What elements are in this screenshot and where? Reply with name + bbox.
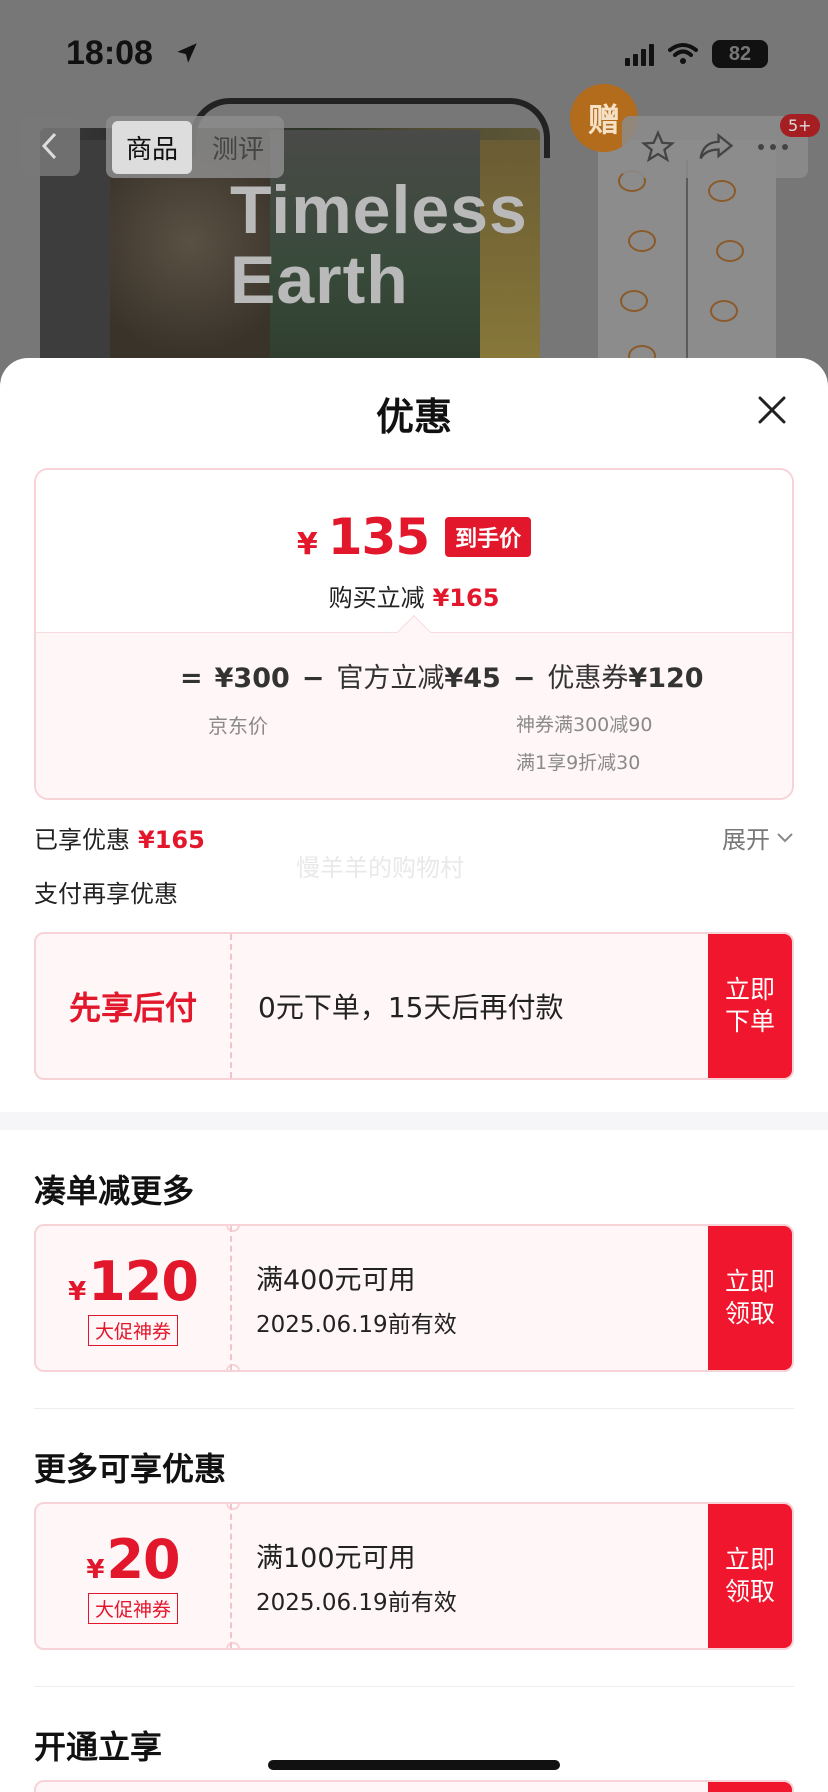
final-price-area: ¥ 135 到手价 购买立减 ¥165 bbox=[36, 470, 792, 632]
order-now-button[interactable]: 立即 下单 bbox=[708, 934, 792, 1078]
sheet-title: 优惠 bbox=[375, 395, 452, 439]
benefit-button-partial[interactable] bbox=[708, 1782, 792, 1792]
status-indicators: 82 bbox=[625, 40, 768, 68]
battery-icon: 82 bbox=[712, 40, 768, 68]
coupon-validity: 2025.06.19前有效 bbox=[256, 1589, 457, 1616]
coupon-amount: 120 bbox=[88, 1250, 199, 1313]
final-price-row: ¥ 135 到手价 bbox=[36, 508, 792, 566]
cell-signal-icon bbox=[625, 42, 654, 66]
section-title-more-offers: 更多可享优惠 bbox=[34, 1450, 227, 1488]
bnpl-left: 先享后付 bbox=[36, 934, 232, 1078]
coupon-condition: 满400元可用 bbox=[256, 1264, 416, 1296]
back-button[interactable] bbox=[20, 116, 80, 176]
star-icon[interactable] bbox=[641, 130, 676, 164]
bnpl-desc: 0元下单，15天后再付款 bbox=[258, 991, 564, 1024]
coupon-type-tag: 大促神券 bbox=[87, 1593, 178, 1624]
watermark: 慢羊羊的购物村 bbox=[296, 854, 464, 882]
bnpl-card: 先享后付 0元下单，15天后再付款 立即 下单 bbox=[34, 932, 794, 1080]
status-time: 18:08 bbox=[66, 34, 153, 72]
wifi-icon bbox=[668, 43, 698, 64]
chevron-down-icon bbox=[777, 832, 793, 842]
divider bbox=[34, 1408, 794, 1409]
section-separator bbox=[0, 1112, 828, 1130]
claim-coupon-button[interactable]: 立即 领取 bbox=[708, 1226, 792, 1370]
coupon-info: 满400元可用 2025.06.19前有效 bbox=[256, 1226, 457, 1370]
expand-button[interactable]: 展开 bbox=[722, 820, 794, 855]
claim-coupon-button[interactable]: 立即 领取 bbox=[708, 1504, 792, 1648]
divider bbox=[34, 1686, 794, 1687]
location-arrow-icon bbox=[177, 43, 197, 63]
coupon-info: 满100元可用 2025.06.19前有效 bbox=[256, 1504, 457, 1648]
jd-price: ¥300 bbox=[214, 663, 290, 694]
coupon-amount-area: ¥ 20 大促神券 bbox=[36, 1504, 232, 1648]
pay-more-label: 支付再享优惠 bbox=[34, 880, 178, 908]
section-title-open-benefits: 开通立享 bbox=[34, 1728, 163, 1766]
close-icon[interactable] bbox=[752, 390, 792, 430]
coupon-card: ¥ 120 大促神券 满400元可用 2025.06.19前有效 立即 领取 bbox=[34, 1224, 794, 1372]
price-breakdown-card: ¥ 135 到手价 购买立减 ¥165 = ¥300− 官方立减¥45− 优惠券¥120… bbox=[34, 468, 794, 800]
coupon-note-1: 神券满300减90 bbox=[516, 714, 653, 736]
product-page-background: Timeless Earth 18:08 82 商品 测评 赠 5+ bbox=[0, 0, 828, 380]
coupon-validity: 2025.06.19前有效 bbox=[256, 1311, 457, 1338]
coupon-amount-row: ¥ 120 bbox=[68, 1250, 199, 1313]
section-title-more-discount: 凑单减更多 bbox=[34, 1172, 195, 1210]
benefit-card-partial bbox=[34, 1780, 794, 1792]
product-tabs: 商品 测评 bbox=[106, 116, 285, 178]
jd-price-label: 京东价 bbox=[208, 714, 268, 738]
more-icon[interactable] bbox=[757, 142, 789, 152]
official-discount: ¥45 bbox=[444, 663, 501, 694]
bnpl-info: 0元下单，15天后再付款 bbox=[258, 934, 563, 1078]
bnpl-title: 先享后付 bbox=[68, 989, 197, 1027]
product-box-side bbox=[40, 140, 110, 380]
coupon-card: ¥ 20 大促神券 满100元可用 2025.06.19前有效 立即 领取 bbox=[34, 1502, 794, 1650]
product-box-title: Timeless Earth bbox=[230, 172, 528, 318]
coupon-amount: 20 bbox=[106, 1528, 180, 1591]
coupon-amount-row: ¥ 20 bbox=[86, 1528, 180, 1591]
coupon-condition: 满100元可用 bbox=[256, 1542, 416, 1574]
coupon-type-tag: 大促神券 bbox=[87, 1315, 178, 1346]
tab-review[interactable]: 测评 bbox=[198, 121, 278, 174]
share-icon[interactable] bbox=[698, 131, 734, 163]
purchase-reduction: 购买立减 ¥165 bbox=[328, 584, 500, 612]
enjoyed-discount: 已享优惠 ¥165 bbox=[34, 826, 205, 854]
chevron-left-icon bbox=[41, 132, 57, 160]
price-formula: = ¥300− 官方立减¥45− 优惠券¥120 bbox=[180, 663, 704, 694]
tab-product[interactable]: 商品 bbox=[112, 120, 193, 174]
discount-sheet: 优惠 ¥ 135 到手价 购买立减 ¥165 = ¥300− 官方立减¥45− 优惠券¥… bbox=[0, 358, 828, 1792]
coupon-amount-area: ¥ 120 大促神券 bbox=[36, 1226, 232, 1370]
home-indicator[interactable] bbox=[268, 1760, 560, 1770]
coupon-note-2: 满1享9折减30 bbox=[516, 752, 641, 774]
final-price: 135 bbox=[327, 508, 430, 566]
message-count-badge: 5+ bbox=[780, 114, 820, 137]
currency-symbol: ¥ bbox=[296, 527, 318, 562]
coupon-discount: ¥120 bbox=[628, 663, 704, 694]
final-price-tag: 到手价 bbox=[445, 517, 532, 557]
